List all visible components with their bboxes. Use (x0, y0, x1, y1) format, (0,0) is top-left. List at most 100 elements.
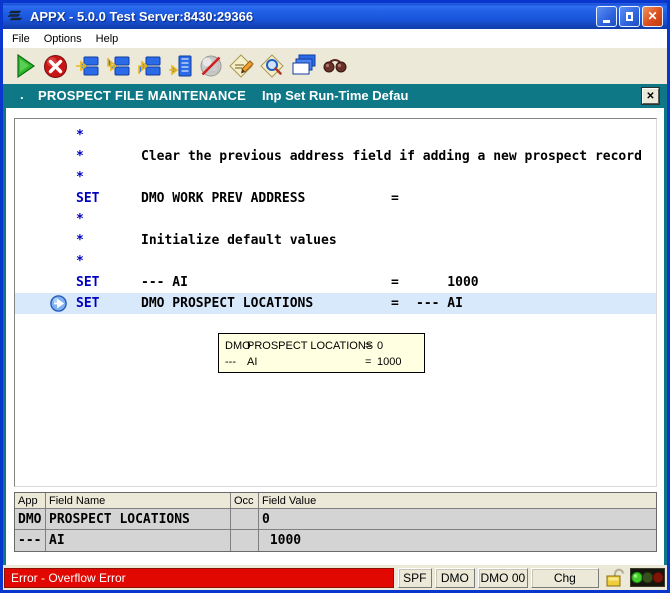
menubar: File Options Help (3, 29, 667, 48)
titlebar: APPX - 5.0.0 Test Server:8430:29366 ✕ (3, 3, 667, 29)
code-keyword: * (76, 254, 84, 269)
code-line[interactable]: SET DMO WORK PREV ADDRESS = (15, 188, 656, 209)
code-keyword: SET (76, 191, 100, 206)
inspect-button[interactable] (257, 51, 288, 81)
close-button[interactable]: ✕ (642, 5, 663, 27)
field-table-body: DMO PROSPECT LOCATIONS 0 --- AI 1000 (15, 509, 656, 551)
step-into-button[interactable] (71, 51, 102, 81)
cell-field-value: 1000 (262, 533, 302, 548)
screen-header-prefix: . (20, 87, 24, 102)
statusbar: Error - Overflow Error SPF DMO DMO 00 Chg (3, 565, 667, 590)
code-operand: DMO PROSPECT LOCATIONS (141, 296, 314, 311)
table-row[interactable]: DMO PROSPECT LOCATIONS 0 (15, 509, 656, 530)
step-out-icon (137, 56, 160, 76)
appx-logo-icon (8, 8, 26, 24)
screen-close-button[interactable]: ✕ (642, 88, 659, 104)
cell-occ (231, 530, 259, 551)
window-title: APPX - 5.0.0 Test Server:8430:29366 (30, 8, 254, 24)
code-line[interactable]: * (15, 125, 656, 146)
table-row[interactable]: --- AI 1000 (15, 530, 656, 551)
toolbar (3, 48, 667, 84)
menu-file[interactable]: File (5, 31, 37, 47)
cell-field-name: PROSPECT LOCATIONS (46, 509, 231, 529)
code-keyword: * (76, 233, 84, 248)
code-operand: --- AI (141, 275, 188, 290)
code-area: * * Clear the previous address field if ad… (14, 118, 657, 487)
run-button[interactable] (9, 51, 40, 81)
menu-options[interactable]: Options (37, 31, 89, 47)
col-header-field-value: Field Value (262, 494, 317, 507)
lock-icon (602, 568, 628, 588)
close-icon: ✕ (647, 9, 658, 23)
inspect-icon (260, 54, 284, 78)
status-indicator-chg[interactable]: Chg (530, 567, 599, 588)
field-table: App Field Name Occ Field Value DMO PROSPE… (14, 492, 657, 552)
col-header-occ: Occ (231, 493, 259, 508)
step-over-icon (106, 56, 129, 76)
step-out-button[interactable] (133, 51, 164, 81)
cell-app: --- (15, 530, 46, 551)
cell-occ (231, 509, 259, 529)
screen-header: . PROSPECT FILE MAINTENANCE Inp Set Run-… (6, 84, 664, 108)
tooltip-app: --- (225, 356, 236, 368)
screen-subtitle: Inp Set Run-Time Defau (262, 88, 409, 103)
tooltip-field: PROSPECT LOCATIONS (247, 340, 374, 352)
minimize-icon (603, 19, 610, 23)
run-to-end-icon (168, 55, 191, 77)
tooltip-row: DMO PROSPECT LOCATIONS = 0 (225, 338, 418, 354)
code-value: 1000 (416, 275, 479, 290)
app-window: APPX - 5.0.0 Test Server:8430:29366 ✕ Fi… (0, 0, 670, 593)
tooltip-row: --- AI = 1000 (225, 354, 418, 370)
tooltip-equals: = (365, 340, 372, 352)
tooltip-value: 1000 (377, 356, 402, 368)
code-operator: = (391, 275, 399, 290)
menu-help[interactable]: Help (89, 31, 126, 47)
code-line-current[interactable]: SET DMO PROSPECT LOCATIONS = --- AI (15, 293, 656, 314)
cancel-button[interactable] (40, 51, 71, 81)
code-comment: Clear the previous address field if addi… (141, 149, 642, 164)
maximize-icon (626, 11, 633, 21)
code-line[interactable]: * (15, 209, 656, 230)
maximize-button[interactable] (619, 5, 640, 27)
watch-button[interactable] (319, 51, 350, 81)
copy-pages-icon (292, 54, 316, 75)
code-comment: Initialize default values (141, 233, 337, 248)
run-icon (16, 53, 35, 79)
field-table-header: App Field Name Occ Field Value (15, 493, 656, 509)
run-to-end-button[interactable] (164, 51, 195, 81)
error-message: Error - Overflow Error (4, 567, 394, 588)
code-keyword: * (76, 170, 84, 185)
watch-icon (323, 59, 346, 73)
code-line[interactable]: * (15, 251, 656, 272)
screen-body: * * Clear the previous address field if ad… (6, 108, 664, 565)
skip-breakpoint-icon (200, 55, 221, 77)
cancel-icon (44, 54, 67, 78)
copy-pages-button[interactable] (288, 51, 319, 81)
traffic-light-indicator (630, 568, 667, 588)
screen-panel: . PROSPECT FILE MAINTENANCE Inp Set Run-… (3, 84, 667, 565)
step-over-button[interactable] (102, 51, 133, 81)
skip-breakpoint-button[interactable] (195, 51, 226, 81)
code-operator: = (391, 191, 399, 206)
code-operand: DMO WORK PREV ADDRESS (141, 191, 306, 206)
code-line[interactable]: * (15, 167, 656, 188)
status-indicators: SPF DMO DMO 00 Chg (397, 567, 602, 588)
status-indicator-spf[interactable]: SPF (397, 567, 432, 588)
code-line[interactable]: * Clear the previous address field if add… (15, 146, 656, 167)
status-indicator-dmo[interactable]: DMO (434, 567, 475, 588)
code-keyword: * (76, 128, 84, 143)
code-operator: = (391, 296, 399, 311)
step-into-icon (75, 56, 98, 76)
status-indicator-dmo-00[interactable]: DMO 00 (477, 567, 528, 588)
cell-app: DMO (15, 509, 46, 529)
minimize-button[interactable] (596, 5, 617, 27)
code-line[interactable]: SET --- AI = 1000 (15, 272, 656, 293)
code-keyword: * (76, 212, 84, 227)
col-header-field-name: Field Name (46, 493, 231, 508)
edit-note-icon (229, 54, 254, 78)
col-header-app: App (15, 493, 46, 508)
edit-note-button[interactable] (226, 51, 257, 81)
tooltip-value: 0 (377, 340, 384, 352)
code-line[interactable]: * Initialize default values (15, 230, 656, 251)
code-keyword: * (76, 149, 84, 164)
